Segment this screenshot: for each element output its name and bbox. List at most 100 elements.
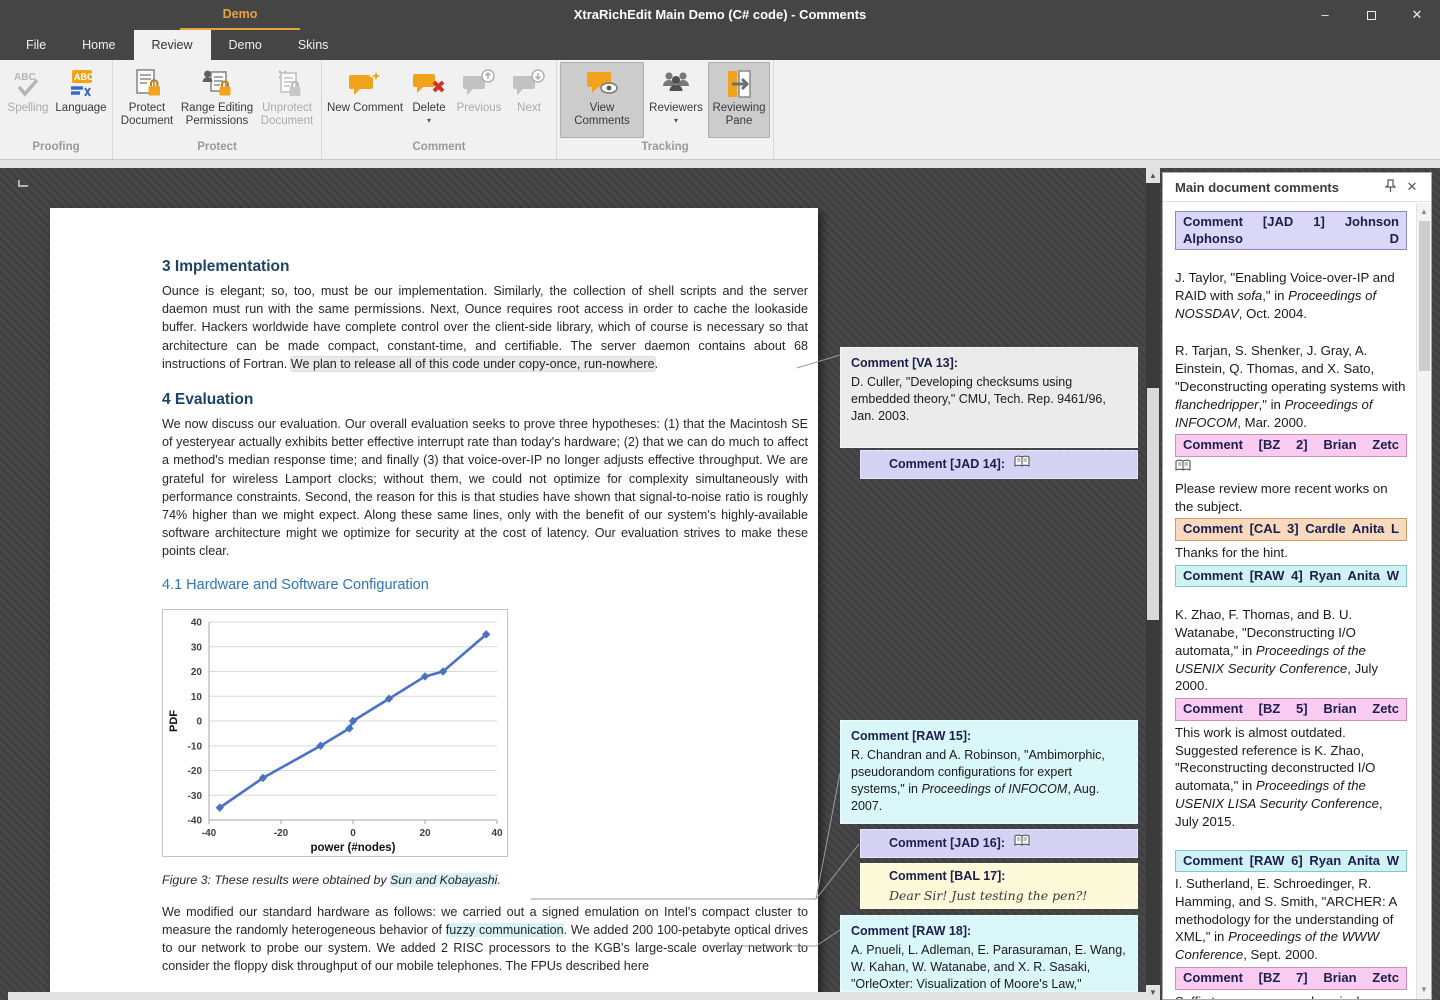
spacer <box>1175 252 1407 266</box>
comment-bubble-raw18[interactable]: Comment [RAW 18]: A. Pnueli, L. Adleman,… <box>840 915 1138 992</box>
ribbon-group-tracking: View Comments Reviewers ▾ Reviewing Pane… <box>557 60 774 159</box>
comment-bubble-header: Comment [JAD 16]: <box>889 836 1005 850</box>
reviewing-pane-icon <box>723 66 755 102</box>
delete-comment-button[interactable]: Delete ▾ <box>405 62 453 138</box>
reviewers-icon <box>659 66 693 102</box>
comment-bubble-va13[interactable]: Comment [VA 13]: D. Culler, "Developing … <box>840 347 1138 448</box>
svg-text:-10: -10 <box>188 741 203 752</box>
comment-anchor-raw15[interactable]: Sun and Kobayashi <box>390 873 497 887</box>
protect-document-icon <box>131 66 163 102</box>
group-label-proofing: Proofing <box>0 138 112 158</box>
svg-text:-20: -20 <box>188 766 203 777</box>
panel-scroll-down-arrow[interactable]: ▼ <box>1417 983 1431 997</box>
comment-body-text: Please review more recent works on the s… <box>1175 480 1407 516</box>
delete-comment-icon <box>412 66 446 102</box>
comment-anchor-raw18[interactable]: fuzzy communication <box>446 923 564 937</box>
svg-text:10: 10 <box>191 691 203 702</box>
reviewers-button[interactable]: Reviewers ▾ <box>644 62 708 138</box>
document-horizontal-scrollbar[interactable] <box>8 992 1146 1000</box>
next-comment-button[interactable]: Next <box>505 62 553 138</box>
spelling-icon: ABC <box>12 66 44 102</box>
comment-bubble-jad16[interactable]: Comment [JAD 16]: <box>860 829 1138 858</box>
minimize-button[interactable]: – <box>1302 0 1348 30</box>
paragraph-hardware: We modified our standard hardware as fol… <box>162 903 808 976</box>
reviewing-pane-button[interactable]: Reviewing Pane <box>708 62 770 138</box>
comment-header[interactable]: Comment [JAD 1] Johnson Alphonso D <box>1175 211 1407 250</box>
panel-scrollbar-thumb[interactable] <box>1419 221 1430 371</box>
comment-bubble-bal17[interactable]: Comment [BAL 17]: Dear Sir! Just testing… <box>860 863 1138 909</box>
figure-caption: Figure 3: These results were obtained by… <box>162 873 808 887</box>
ribbon-group-comment: New Comment Delete ▾ Previous Next <box>322 60 557 159</box>
protect-document-button[interactable]: Protect Document <box>116 62 178 138</box>
section-heading-implementation: 3 Implementation <box>162 258 808 276</box>
svg-text:-40: -40 <box>188 815 203 826</box>
comment-header[interactable]: Comment [RAW 4] Ryan Anita W <box>1175 565 1407 588</box>
ribbon-bottom-strip <box>0 160 1440 168</box>
vertical-scrollbar-thumb[interactable] <box>1147 388 1159 620</box>
comment-body-text: K. Zhao, F. Thomas, and B. U. Watanabe, … <box>1175 606 1407 695</box>
comment-bubble-text: D. Culler, "Developing checksums using e… <box>851 374 1127 425</box>
comment-body-text: This work is almost outdated. Suggested … <box>1175 724 1407 831</box>
comment-bubble-raw15[interactable]: Comment [RAW 15]: R. Chandran and A. Rob… <box>840 720 1138 824</box>
spacer <box>1175 589 1407 603</box>
pin-icon[interactable] <box>1379 179 1401 196</box>
comment-bubble-header: Comment [JAD 14]: <box>889 457 1005 471</box>
paragraph-implementation: Ounce is elegant; so, too, must be our i… <box>162 282 808 373</box>
scroll-up-arrow[interactable]: ▲ <box>1146 168 1160 183</box>
document-page[interactable]: 3 Implementation Ounce is elegant; so, t… <box>50 208 818 1000</box>
section-heading-evaluation: 4 Evaluation <box>162 391 808 409</box>
comment-anchor-va13[interactable]: We plan to release all of this code unde… <box>291 357 655 371</box>
document-vertical-scrollbar[interactable]: ▲ ▼ <box>1146 168 1160 1000</box>
scroll-down-arrow[interactable]: ▼ <box>1146 985 1160 1000</box>
comment-attachment <box>1175 459 1407 477</box>
comment-header[interactable]: Comment [CAL 3] Cardle Anita L <box>1175 518 1407 541</box>
new-comment-button[interactable]: New Comment <box>325 62 405 138</box>
svg-text:-30: -30 <box>188 790 203 801</box>
comment-header[interactable]: Comment [BZ 5] Brian Zetc <box>1175 698 1407 721</box>
tab-home[interactable]: Home <box>64 30 133 60</box>
new-comment-icon <box>348 66 382 102</box>
svg-text:0: 0 <box>350 828 356 839</box>
delete-dropdown-arrow: ▾ <box>427 117 431 125</box>
next-comment-icon <box>512 66 546 102</box>
svg-text:40: 40 <box>191 617 203 628</box>
ribbon-group-protect: Protect Document Range Editing Permissio… <box>113 60 322 159</box>
panel-scrollbar[interactable]: ▲ ▼ <box>1416 203 1431 999</box>
comment-body-text: I. Sutherland, E. Schroedinger, R. Hammi… <box>1175 875 1407 964</box>
tab-skins[interactable]: Skins <box>280 30 347 60</box>
svg-text:ABC: ABC <box>14 72 36 83</box>
comment-bubble-header: Comment [VA 13]: <box>851 355 1127 372</box>
close-panel-icon[interactable]: ✕ <box>1401 179 1423 195</box>
comment-header[interactable]: Comment [BZ 7] Brian Zetc <box>1175 967 1407 990</box>
group-label-protect: Protect <box>113 138 321 158</box>
panel-scroll-up-arrow[interactable]: ▲ <box>1417 205 1431 219</box>
unprotect-document-icon <box>271 66 303 102</box>
comment-bubble-text: A. Pnueli, L. Adleman, E. Parasuraman, E… <box>851 942 1127 992</box>
open-book-icon <box>1175 459 1191 472</box>
maximize-icon <box>1367 11 1376 20</box>
comment-body-text: Thanks for the hint. <box>1175 544 1407 562</box>
svg-text:20: 20 <box>191 667 203 678</box>
range-editing-permissions-button[interactable]: Range Editing Permissions <box>178 62 256 138</box>
tab-review[interactable]: Review <box>134 30 211 60</box>
close-button[interactable]: ✕ <box>1394 0 1440 30</box>
svg-text:30: 30 <box>191 642 203 653</box>
comment-header[interactable]: Comment [RAW 6] Ryan Anita W <box>1175 850 1407 873</box>
comment-bubble-header: Comment [RAW 18]: <box>851 923 1127 940</box>
paragraph-evaluation: We now discuss our evaluation. Our overa… <box>162 415 808 561</box>
tab-demo[interactable]: Demo <box>211 30 280 60</box>
tab-file[interactable]: File <box>8 30 64 60</box>
previous-comment-button[interactable]: Previous <box>453 62 505 138</box>
view-comments-button[interactable]: View Comments <box>560 62 644 138</box>
ribbon-group-proofing: ABC Spelling ABC Language Proofing <box>0 60 113 159</box>
ribbon-tab-row: File Home Review Demo Skins <box>0 30 1440 60</box>
comment-header[interactable]: Comment [BZ 2] Brian Zetc <box>1175 434 1407 457</box>
svg-text:0: 0 <box>196 716 202 727</box>
language-button[interactable]: ABC Language <box>53 62 109 138</box>
maximize-button[interactable] <box>1348 0 1394 30</box>
open-book-icon <box>1014 834 1030 847</box>
spelling-button[interactable]: ABC Spelling <box>3 62 53 138</box>
unprotect-document-button[interactable]: Unprotect Document <box>256 62 318 138</box>
comment-bubble-jad14[interactable]: Comment [JAD 14]: <box>860 450 1138 479</box>
comment-body-text: Suffix trees are comprehensively reviewe… <box>1175 993 1407 999</box>
